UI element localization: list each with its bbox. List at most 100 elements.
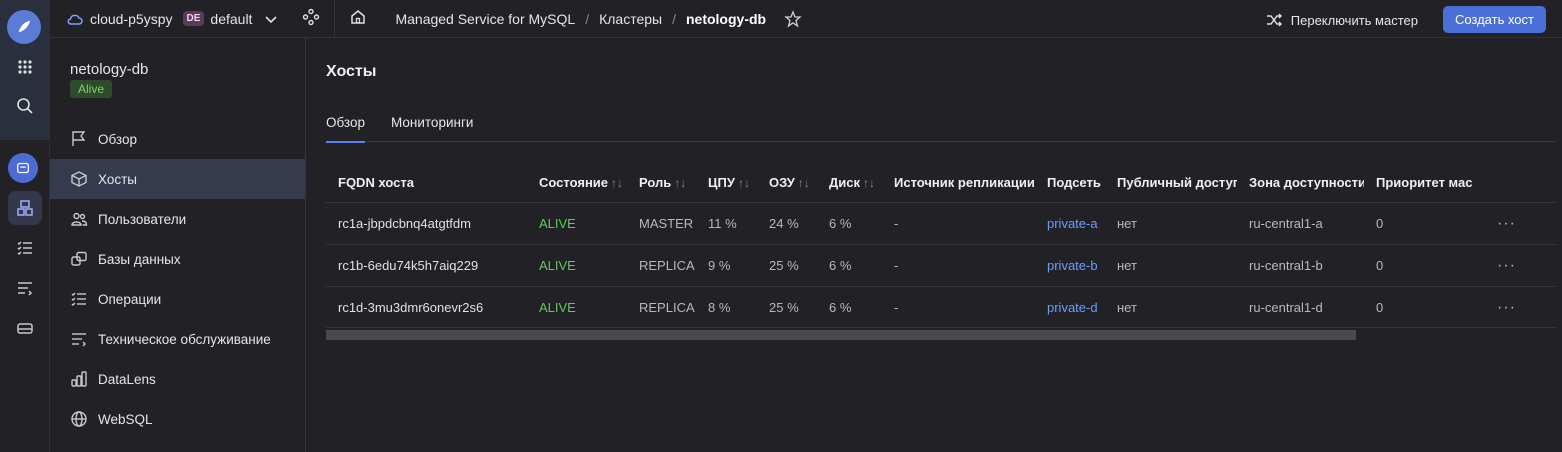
table-row[interactable]: rc1d-3mu3dmr6onevr2s6 ALIVE REPLICA 8 % …: [326, 286, 1556, 328]
column-header-ram[interactable]: ОЗУ ↑↓: [757, 175, 817, 190]
sidebar-item-label: Пользователи: [98, 211, 187, 227]
logo-icon[interactable]: [7, 10, 41, 44]
tab-monitoring[interactable]: Мониторинги: [391, 114, 473, 142]
cell-priority: 0: [1376, 216, 1384, 231]
app-rail: [0, 0, 50, 452]
cluster-sidebar: netology-db Alive Обзор Хосты Пользовате…: [50, 38, 306, 452]
cube-icon: [71, 171, 87, 187]
databases-icon: [71, 251, 87, 266]
cloud-selector[interactable]: cloud-p5yspy DE default: [66, 10, 280, 28]
cell-state: ALIVE: [539, 216, 576, 231]
sort-icon[interactable]: ↑↓: [863, 176, 875, 190]
cell-zone: ru-central1-d: [1249, 299, 1323, 315]
sidebar-item-label: Техническое обслуживание: [98, 331, 271, 347]
chevron-down-icon: [265, 15, 278, 23]
cell-public-access: нет: [1117, 258, 1137, 273]
services-grid-icon[interactable]: [8, 50, 42, 84]
breadcrumb-service[interactable]: Managed Service for MySQL: [395, 11, 575, 27]
globe-icon: [71, 411, 87, 427]
column-header-replication-source: Источник репликации: [894, 174, 1035, 190]
column-header-public-access: Публичный доступ: [1117, 174, 1237, 190]
cell-ram: 25 %: [769, 299, 799, 315]
mysql-service-icon[interactable]: [8, 153, 38, 183]
cell-disk: 6 %: [829, 216, 852, 231]
search-icon[interactable]: [8, 89, 42, 123]
divider: [334, 0, 336, 38]
cloud-icon: [67, 14, 83, 25]
column-header-priority: Приоритет мас: [1376, 174, 1472, 190]
hosts-table: FQDN хоста Состояние ↑↓ Роль ↑↓ ЦПУ ↑↓ ОЗУ ↑…: [326, 162, 1556, 328]
table-header: FQDN хоста Состояние ↑↓ Роль ↑↓ ЦПУ ↑↓ ОЗУ ↑…: [326, 162, 1556, 202]
cell-public-access: нет: [1117, 299, 1137, 315]
sidebar-item-label: Базы данных: [98, 251, 181, 267]
column-header-state[interactable]: Состояние ↑↓: [527, 175, 627, 190]
column-header-role[interactable]: Роль ↑↓: [627, 175, 696, 190]
horizontal-scrollbar[interactable]: [326, 330, 1356, 340]
folder-badge: DE: [182, 11, 205, 26]
clusters-icon[interactable]: [8, 191, 42, 225]
graph-icon[interactable]: [302, 8, 320, 29]
sidebar-item-users[interactable]: Пользователи: [50, 199, 305, 239]
top-bar: cloud-p5yspy DE default Managed Service …: [50, 0, 1562, 38]
switch-master-button[interactable]: Переключить мастер: [1265, 11, 1418, 29]
shuffle-icon: [1266, 13, 1282, 27]
cell-subnet-link[interactable]: private-b: [1035, 258, 1105, 273]
cell-replication-source: -: [894, 258, 899, 273]
storage-icon[interactable]: [8, 311, 42, 345]
users-icon: [71, 212, 88, 226]
folder-name: default: [210, 10, 253, 27]
breadcrumb-clusters[interactable]: Кластеры: [599, 11, 662, 27]
cell-subnet-link[interactable]: private-d: [1035, 300, 1105, 315]
cell-fqdn: rc1b-6edu74k5h7aiq229: [338, 258, 479, 273]
sort-icon[interactable]: ↑↓: [798, 176, 810, 190]
table-row[interactable]: rc1a-jbpdcbnq4atgtfdm ALIVE MASTER 11 % …: [326, 202, 1556, 244]
sidebar-item-label: DataLens: [98, 371, 156, 387]
cell-cpu: 9 %: [708, 258, 731, 273]
sidebar-item-label: Обзор: [98, 131, 137, 147]
column-header-fqdn: FQDN хоста: [338, 174, 414, 190]
sidebar-item-databases[interactable]: Базы данных: [50, 239, 305, 279]
sidebar-item-maintenance[interactable]: Техническое обслуживание: [50, 319, 305, 359]
cell-role: REPLICA: [639, 299, 695, 315]
cell-subnet-link[interactable]: private-a: [1035, 216, 1105, 231]
column-header-zone: Зона доступности: [1249, 174, 1364, 190]
row-menu-icon[interactable]: ···: [1497, 215, 1516, 233]
cell-fqdn: rc1d-3mu3dmr6onevr2s6: [338, 299, 484, 315]
cell-disk: 6 %: [829, 258, 852, 273]
breadcrumb-separator: /: [585, 10, 590, 27]
cell-replication-source: -: [894, 299, 899, 315]
cell-ram: 25 %: [769, 258, 799, 273]
create-host-button[interactable]: Создать хост: [1442, 6, 1546, 33]
sort-icon[interactable]: ↑↓: [611, 176, 623, 190]
cell-cpu: 8 %: [708, 299, 731, 315]
tab-overview[interactable]: Обзор: [326, 114, 365, 143]
table-row[interactable]: rc1b-6edu74k5h7aiq229 ALIVE REPLICA 9 % …: [326, 244, 1556, 286]
row-menu-icon[interactable]: ···: [1497, 257, 1516, 275]
star-icon[interactable]: [784, 9, 802, 28]
sidebar-item-hosts[interactable]: Хосты: [50, 159, 305, 199]
cell-ram: 24 %: [769, 216, 799, 231]
sidebar-item-datalens[interactable]: DataLens: [50, 359, 305, 399]
switch-master-label: Переключить мастер: [1290, 12, 1418, 28]
sidebar-item-overview[interactable]: Обзор: [50, 119, 305, 159]
cell-fqdn: rc1a-jbpdcbnq4atgtfdm: [338, 216, 471, 231]
cell-zone: ru-central1-b: [1249, 258, 1323, 273]
sort-icon[interactable]: ↑↓: [674, 176, 686, 190]
operations-list-icon[interactable]: [8, 231, 42, 265]
sidebar-item-websql[interactable]: WebSQL: [50, 399, 305, 439]
sort-icon[interactable]: ↑↓: [738, 176, 750, 190]
main-content: Хосты Обзор Мониторинги FQDN хоста Состо…: [306, 38, 1562, 452]
breadcrumb: Managed Service for MySQL / Кластеры / n…: [395, 9, 802, 28]
cell-priority: 0: [1376, 299, 1384, 315]
flag-icon: [72, 131, 86, 146]
column-header-cpu[interactable]: ЦПУ ↑↓: [696, 175, 757, 190]
sidebar-item-label: Хосты: [98, 171, 137, 187]
sidebar-item-label: Операции: [98, 291, 162, 307]
row-menu-icon[interactable]: ···: [1497, 299, 1516, 317]
cell-public-access: нет: [1117, 216, 1137, 231]
queue-icon[interactable]: [8, 271, 42, 305]
sidebar-item-operations[interactable]: Операции: [50, 279, 305, 319]
home-icon[interactable]: [349, 8, 367, 29]
column-header-disk[interactable]: Диск ↑↓: [817, 175, 882, 190]
column-header-subnet: Подсеть: [1047, 174, 1101, 190]
